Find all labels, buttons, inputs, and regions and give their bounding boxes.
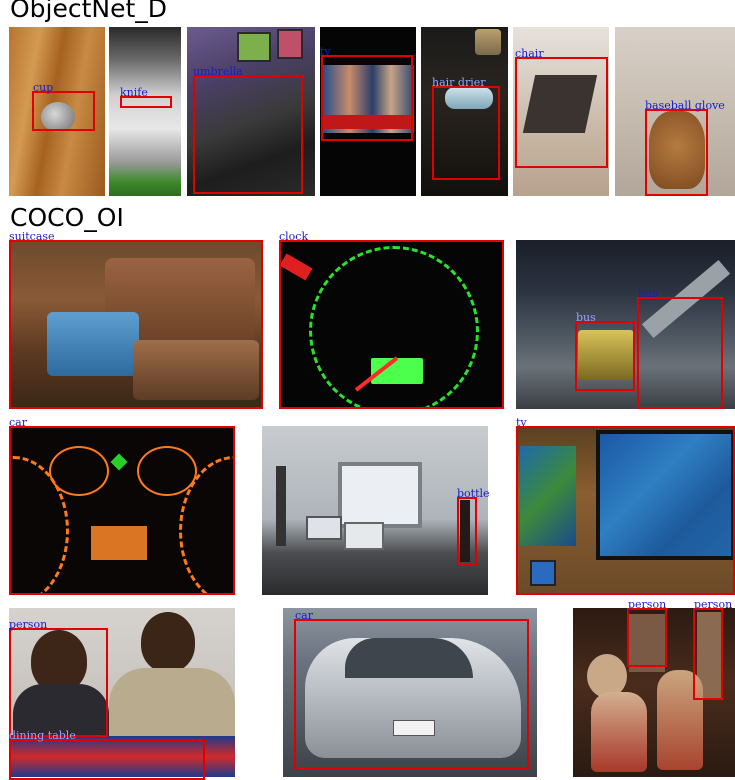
label-dining-table: dining table	[9, 729, 76, 742]
bbox-car-mercedes	[294, 619, 529, 769]
label-baseball-glove: baseball glove	[645, 99, 725, 112]
bbox-dining-table	[9, 739, 205, 780]
bbox-person-3	[693, 608, 723, 700]
photo-desk-bottle	[262, 426, 488, 595]
bbox-clock	[279, 240, 504, 409]
label-knife: knife	[120, 86, 148, 99]
label-tv-coco: tv	[516, 416, 527, 429]
label-tv-objectnet: tv	[320, 45, 331, 58]
bbox-umbrella	[193, 75, 303, 194]
section-title-coco: COCO_OI	[10, 203, 124, 232]
label-bottle: bottle	[457, 487, 490, 500]
label-person-3: person	[694, 598, 733, 611]
bbox-person-2	[627, 608, 667, 667]
label-hair-drier: hair drier	[432, 76, 486, 89]
label-chair: chair	[515, 47, 544, 60]
bbox-person-1	[9, 628, 108, 737]
label-suitcase: suitcase	[9, 230, 55, 243]
label-bus-1: bus	[576, 311, 596, 324]
bbox-bus-2	[637, 297, 723, 409]
label-bus-2: bus	[638, 287, 658, 300]
bbox-baseball-glove	[645, 109, 708, 196]
label-car-dashboard: car	[9, 416, 27, 429]
bbox-car-dashboard	[9, 426, 235, 595]
label-cup: cup	[33, 81, 54, 94]
label-person-2: person	[628, 598, 667, 611]
bbox-hair-drier	[432, 86, 500, 180]
bbox-tv-coco	[516, 426, 735, 595]
bbox-cup	[32, 91, 95, 131]
bbox-bus-1	[575, 321, 635, 391]
bbox-suitcase	[9, 240, 263, 409]
bbox-tv-objectnet	[321, 55, 413, 141]
bbox-bottle	[457, 497, 477, 565]
label-person-1: person	[9, 618, 48, 631]
label-car-mercedes: car	[295, 609, 313, 622]
label-umbrella: umbrella	[193, 65, 243, 78]
label-clock: clock	[279, 230, 309, 243]
photo-knife	[109, 27, 181, 196]
bbox-chair	[515, 57, 608, 168]
section-title-objectnet: ObjectNet_D	[10, 0, 168, 23]
